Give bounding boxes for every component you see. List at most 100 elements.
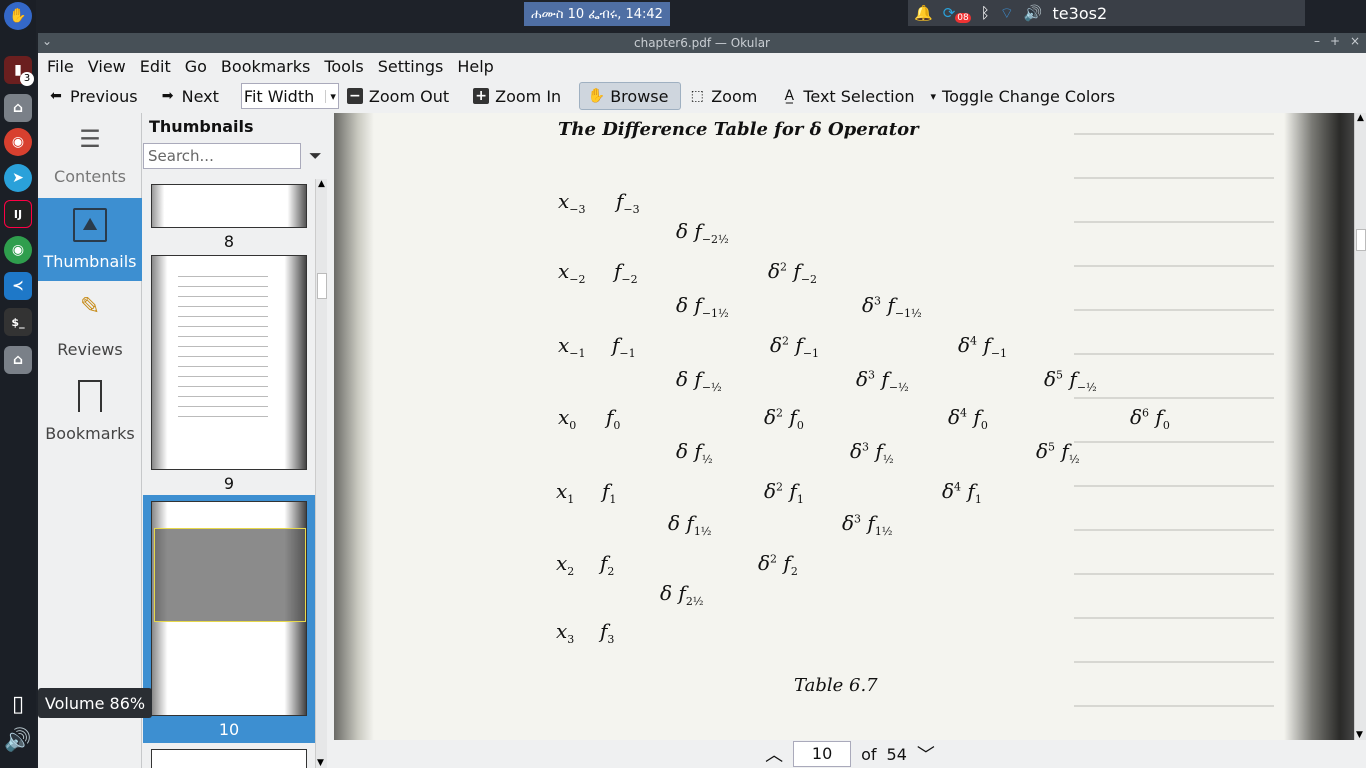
browse-label: Browse — [610, 86, 669, 106]
next-button[interactable]: ➡ Next — [152, 82, 227, 110]
menu-help[interactable]: Help — [450, 57, 500, 76]
scroll-up-arrow[interactable]: ▲ — [316, 179, 327, 189]
zoom-tool-label: Zoom — [711, 86, 758, 106]
scroll-up-arrow[interactable]: ▲ — [1355, 113, 1366, 123]
menu-settings[interactable]: Settings — [371, 57, 451, 76]
menu-edit[interactable]: Edit — [133, 57, 178, 76]
thumbnail-page-10[interactable]: 10 — [143, 495, 315, 743]
start-menu-icon[interactable]: ✋ — [4, 2, 32, 30]
menu-bar: File View Edit Go Bookmarks Tools Settin… — [38, 53, 1366, 79]
taskbar: ✋ ▮ 3 ⌂ ◉ ➤ IJ ◉ ≺ $_ ⌂ ▯ 🔊 — [0, 0, 36, 768]
sidebar-item-thumbnails[interactable]: ⛰ Thumbnails — [38, 198, 142, 281]
bell-icon[interactable]: 🔔 — [914, 4, 933, 22]
intellij-icon[interactable]: IJ — [4, 200, 32, 228]
bleed-through-text — [1074, 133, 1274, 713]
delta5-f-cell: δ5 f½ — [1036, 439, 1080, 466]
thumbnails-panel: Thumbnails Search... ⏷ 8 9 10 — [143, 113, 329, 768]
zoom-mode-select[interactable]: Fit Width ▾ — [240, 83, 339, 109]
f-0: f0 — [606, 405, 621, 432]
f-minus1: f−1 — [612, 333, 636, 360]
thumbnail-scrollbar[interactable]: ▲ ▼ — [315, 179, 327, 768]
wifi-icon[interactable]: ⌔ — [1000, 4, 1014, 23]
chrome-icon[interactable]: ◉ — [4, 128, 32, 156]
thumbnail-image — [151, 255, 307, 470]
update-icon[interactable]: ⟳ — [943, 4, 956, 22]
home-folder-icon[interactable]: ⌂ — [4, 94, 32, 122]
delta-f-cell: δ f−½ — [676, 367, 722, 394]
delta4-f-cell: δ4 f0 — [948, 405, 988, 432]
menu-file[interactable]: File — [40, 57, 81, 76]
maximize-icon[interactable]: + — [1330, 34, 1340, 48]
clock[interactable]: ሐሙስ 10 ፌብሩ, 14:42 — [524, 2, 670, 26]
thumbnail-list[interactable]: 8 9 10 — [143, 179, 315, 768]
delta2-f-cell: δ2 f−2 — [768, 259, 818, 286]
chevron-down-icon: ▾ — [325, 89, 336, 103]
delta4-f-cell: δ4 f1 — [942, 479, 982, 506]
zoom-tool-button[interactable]: ⬚ Zoom — [681, 82, 765, 110]
f-3: f3 — [600, 619, 615, 646]
thumbnail-page-8[interactable]: 8 — [143, 179, 315, 251]
dropdown-arrow-icon: ▾ — [930, 89, 937, 103]
battery-icon[interactable]: ▯ — [4, 690, 32, 718]
menu-view[interactable]: View — [81, 57, 133, 76]
document-view[interactable]: The Difference Table for δ Operator x−3 … — [334, 113, 1366, 740]
browse-tool-button[interactable]: ✋ Browse — [579, 82, 682, 110]
thumbnail-search-input[interactable]: Search... — [143, 143, 301, 169]
volume-icon[interactable]: 🔊 — [4, 726, 32, 754]
document-scrollbar[interactable]: ▲ ▼ — [1354, 113, 1366, 740]
text-selection-button[interactable]: A̲ Text Selection — [773, 82, 922, 110]
console-icon[interactable]: $_ — [4, 308, 32, 336]
bookmark-icon — [78, 379, 102, 412]
previous-button[interactable]: ⬅ Previous — [40, 82, 146, 110]
battery-badge: 08 — [955, 13, 971, 23]
minimize-icon[interactable]: – — [1314, 34, 1320, 48]
delta-f-cell: δ f−1½ — [676, 293, 729, 320]
delta2-f-cell: δ2 f−1 — [770, 333, 820, 360]
sidebar-item-contents[interactable]: ☰ Contents — [38, 115, 142, 195]
delta3-f-cell: δ3 f−1½ — [862, 293, 922, 320]
delta-f-cell: δ f½ — [676, 439, 713, 466]
visible-area-highlight — [154, 528, 306, 622]
zoom-in-label: Zoom In — [495, 86, 562, 106]
delta3-f-cell: δ3 f1½ — [842, 511, 893, 538]
f-minus2: f−2 — [614, 259, 638, 286]
page-down-icon[interactable]: ﹀ — [917, 741, 935, 767]
window-menu-icon[interactable]: ⌄ — [42, 34, 52, 48]
sidebar: ☰ Contents ⛰ Thumbnails ✎ Reviews Bookma… — [38, 113, 142, 768]
thumbnail-page-11[interactable] — [143, 749, 315, 768]
telegram-icon[interactable]: ➤ — [4, 164, 32, 192]
scroll-thumb[interactable] — [1356, 229, 1366, 251]
scroll-thumb[interactable] — [317, 273, 327, 299]
user-name[interactable]: te3os2 — [1053, 4, 1108, 23]
zoom-in-button[interactable]: + Zoom In — [465, 82, 569, 110]
vscode-icon[interactable]: ≺ — [4, 272, 32, 300]
bluetooth-icon[interactable]: ᛒ — [981, 4, 990, 22]
system-tray: 🔔 ⟳ 08 ᛒ ⌔ 🔊 te3os2 — [908, 0, 1305, 26]
close-icon[interactable]: × — [1350, 34, 1360, 48]
zoom-out-button[interactable]: − Zoom Out — [339, 82, 457, 110]
thumbnail-number: 10 — [218, 720, 240, 739]
scroll-down-arrow[interactable]: ▼ — [317, 758, 324, 768]
zoom-area-icon: ⬚ — [690, 88, 704, 104]
menu-tools[interactable]: Tools — [317, 57, 370, 76]
x-minus3: x−3 — [558, 189, 586, 216]
thumbnail-number: 8 — [223, 232, 235, 251]
toggle-colors-button[interactable]: ▾ Toggle Change Colors — [923, 82, 1124, 110]
thumbnail-page-9[interactable]: 9 — [143, 255, 315, 495]
speaker-icon[interactable]: 🔊 — [1024, 4, 1043, 22]
sidebar-item-reviews[interactable]: ✎ Reviews — [38, 285, 142, 365]
files-icon[interactable]: ⌂ — [4, 346, 32, 374]
table-caption: Table 6.7 — [794, 675, 878, 696]
zoom-out-label: Zoom Out — [368, 86, 450, 106]
arrow-left-icon: ⬅ — [50, 88, 62, 104]
menu-bookmarks[interactable]: Bookmarks — [214, 57, 317, 76]
thumbnail-image — [151, 749, 307, 768]
sidebar-item-bookmarks[interactable]: Bookmarks — [38, 371, 142, 451]
page-up-icon[interactable]: ︿ — [765, 741, 783, 767]
chrome-icon-2[interactable]: ◉ — [4, 236, 32, 264]
filter-icon[interactable]: ⏷ — [309, 146, 322, 166]
menu-go[interactable]: Go — [178, 57, 214, 76]
delta2-f-cell: δ2 f0 — [764, 405, 804, 432]
scroll-down-arrow[interactable]: ▼ — [1356, 730, 1363, 740]
page-number-input[interactable]: 10 — [793, 741, 852, 767]
